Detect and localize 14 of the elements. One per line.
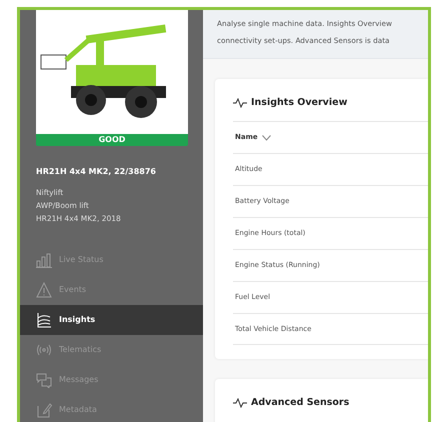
chevron-down-icon[interactable] [262, 134, 271, 140]
chat-icon [36, 372, 52, 388]
status-label: GOOD [36, 134, 188, 146]
card-title: Advanced Sensors [251, 396, 350, 410]
bar-chart-icon [36, 252, 52, 268]
edit-icon [36, 402, 52, 418]
chart-icon [36, 312, 52, 328]
signal-icon [36, 342, 52, 358]
pulse-icon [233, 398, 247, 408]
machine-title: HR21H 4x4 MK2, 22/38876 [36, 166, 157, 178]
warning-icon [36, 282, 52, 298]
pulse-icon [233, 98, 247, 108]
card-title: Insights Overview [251, 96, 348, 110]
sidebar-item[interactable]: Insights [20, 305, 203, 335]
